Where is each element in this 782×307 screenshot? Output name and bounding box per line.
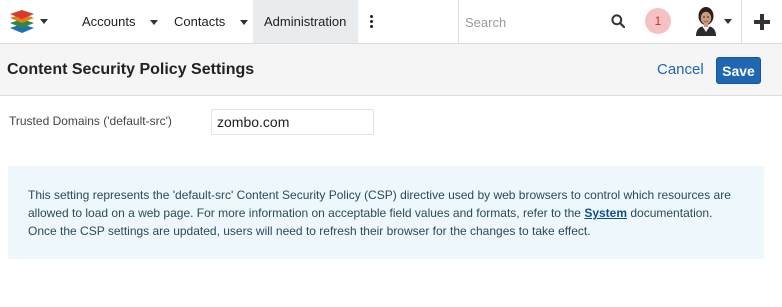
quick-create-button[interactable]: [741, 0, 782, 43]
save-button[interactable]: Save: [716, 57, 761, 84]
more-vertical-icon[interactable]: [366, 13, 376, 31]
trusted-domains-label: Trusted Domains ('default-src'): [9, 114, 172, 128]
plus-icon: [754, 13, 770, 30]
tab-accounts-label: Accounts: [82, 14, 136, 29]
tab-administration[interactable]: Administration: [253, 0, 358, 43]
chevron-down-icon[interactable]: [150, 19, 159, 25]
top-navigation: Accounts Contacts Administration 1: [0, 0, 782, 44]
notification-badge[interactable]: 1: [645, 8, 671, 34]
tab-contacts-label: Contacts: [174, 14, 226, 29]
avatar: [692, 6, 720, 36]
chevron-down-icon: [724, 19, 732, 24]
tab-contacts[interactable]: Contacts: [174, 0, 249, 43]
cancel-button[interactable]: Cancel: [657, 61, 704, 78]
info-panel: This setting represents the 'default-src…: [8, 166, 764, 259]
search-input[interactable]: [465, 13, 605, 31]
page-header: Content Security Policy Settings Cancel …: [0, 44, 782, 96]
user-menu-button[interactable]: [692, 6, 738, 38]
tab-accounts[interactable]: Accounts: [82, 0, 159, 43]
chevron-down-icon[interactable]: [240, 19, 249, 25]
tab-administration-label: Administration: [264, 14, 347, 29]
chevron-down-icon: [40, 19, 48, 24]
page-title: Content Security Policy Settings: [7, 61, 255, 78]
system-docs-link[interactable]: System: [584, 206, 627, 220]
logo-icon: [10, 10, 34, 33]
trusted-domains-input[interactable]: [211, 109, 374, 135]
global-search: [458, 0, 638, 43]
app-menu-button[interactable]: [0, 0, 60, 43]
search-icon[interactable]: [611, 14, 625, 28]
